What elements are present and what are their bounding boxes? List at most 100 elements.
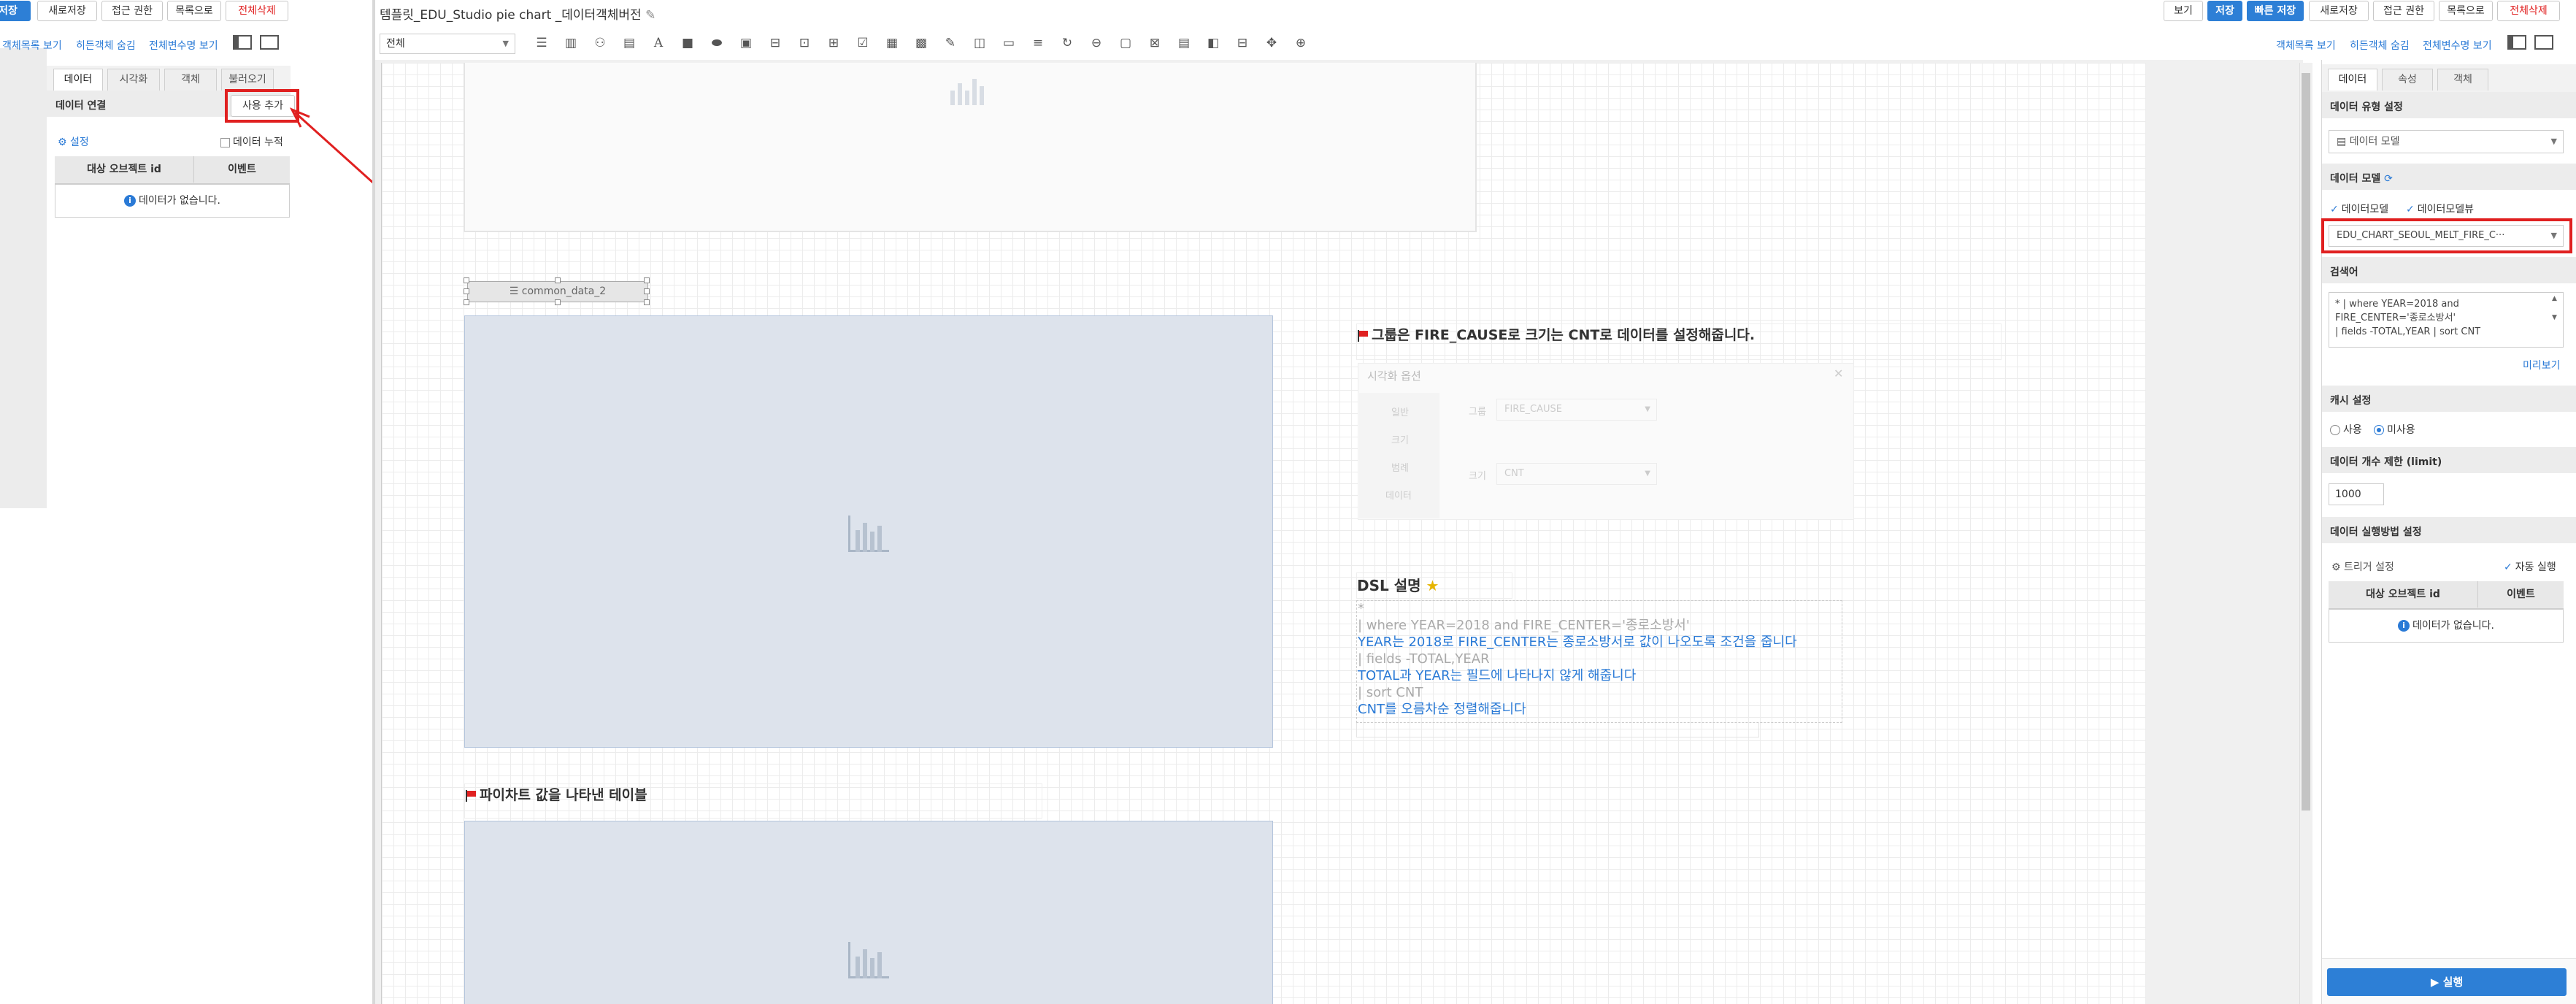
cache-nouse-radio-circle[interactable] (2374, 425, 2384, 435)
frame-icon[interactable]: ◧ (1204, 34, 1223, 53)
group-note[interactable]: 그룹은 FIRE_CAUSE로 크기는 CNT로 데이터를 설정해줍니다. (1356, 323, 2002, 360)
bar-chart-icon[interactable]: ▥ (561, 34, 580, 53)
list-icon[interactable]: ≡ (1029, 34, 1047, 53)
refresh-model-icon[interactable]: ⟳ (2384, 173, 2393, 185)
access-button[interactable]: 접근 권한 (2373, 1, 2434, 21)
save-button[interactable]: 저장 (2207, 1, 2242, 21)
left-accumulate-toggle[interactable]: 데이터 누적 (220, 134, 283, 149)
cache-nouse-radio[interactable]: 미사용 (2374, 422, 2415, 437)
calendar-icon[interactable]: ▦ (883, 34, 901, 53)
map-icon[interactable]: ▤ (620, 34, 639, 53)
left-settings-label: 설정 (70, 137, 89, 148)
preview-link[interactable]: 미리보기 (2523, 358, 2561, 372)
left-layout-icon-2[interactable] (260, 35, 279, 50)
left-settings[interactable]: ⚙ 설정 (58, 134, 89, 149)
save-as-button[interactable]: 새로저장 (2309, 1, 2369, 21)
trigger-settings[interactable]: ⚙ 트리거 설정 (2331, 559, 2394, 574)
right-tab-property[interactable]: 속성 (2382, 69, 2433, 91)
resize-handle-bm[interactable] (555, 299, 561, 305)
edit-icon[interactable]: ✎ (941, 34, 960, 53)
left-hidden-objects-link[interactable]: 히든객체 숨김 (76, 38, 136, 53)
delete-all-button[interactable]: 전체삭제 (2497, 1, 2560, 21)
resize-handle-tl[interactable] (464, 277, 469, 283)
folder-icon[interactable]: ▭ (999, 34, 1018, 53)
page-title: 템플릿_EDU_Studio pie chart _데이터객체버전 ✎ (380, 4, 655, 23)
text-icon[interactable]: A (649, 34, 668, 53)
db-icon[interactable]: ☰ (532, 34, 551, 53)
data-type-select[interactable]: ▤ 데이터 모델 ▼ (2329, 130, 2564, 153)
left-access-button[interactable]: 접근 권한 (101, 1, 163, 21)
layout-icon-2[interactable] (2534, 35, 2553, 50)
network-icon[interactable]: ⚇ (591, 34, 610, 53)
panel-icon[interactable]: ▤ (1174, 34, 1193, 53)
refresh-icon[interactable]: ↻ (1058, 34, 1077, 53)
resize-handle-mr[interactable] (644, 288, 650, 294)
left-tab-data[interactable]: 데이터 (53, 69, 103, 91)
lock-icon[interactable]: ⊠ (1145, 34, 1164, 53)
run-button[interactable]: ▶ 실행 (2327, 968, 2567, 996)
left-accumulate-label: 데이터 누적 (233, 137, 283, 148)
left-object-list-link[interactable]: 객체목록 보기 (2, 38, 62, 53)
link-icon[interactable]: ⊖ (1087, 34, 1106, 53)
textbox-icon[interactable]: ⊡ (795, 34, 814, 53)
table-flag-icon (465, 789, 477, 802)
resize-handle-ml[interactable] (464, 288, 469, 294)
quick-save-button[interactable]: 빠른 저장 (2247, 1, 2304, 21)
dsl-title-box[interactable]: DSL 설명 ★ (1356, 572, 1512, 599)
right-table-header: 대상 오브젝트 id 이벤트 (2329, 581, 2564, 609)
left-table-empty-row: i 데이터가 없습니다. (55, 184, 290, 218)
dsl-title: DSL 설명 (1357, 577, 1421, 594)
window-icon[interactable]: ◫ (970, 34, 989, 53)
filter-select[interactable]: 전체 ▼ (380, 34, 515, 54)
image-icon[interactable]: ▣ (737, 34, 756, 53)
resize-handle-tm[interactable] (555, 277, 561, 283)
left-tab-object[interactable]: 객체 (164, 69, 217, 91)
auto-run-toggle[interactable]: ✓ 자동 실행 (2504, 559, 2556, 574)
left-tab-load[interactable]: 불러오기 (221, 69, 274, 91)
rect-icon[interactable]: ■ (678, 34, 697, 53)
limit-input[interactable]: 1000 (2329, 483, 2384, 505)
ellipse-icon[interactable]: ⬬ (707, 34, 726, 53)
edit-pencil-icon[interactable]: ✎ (645, 8, 655, 23)
var-names-link[interactable]: 전체변수명 보기 (2423, 38, 2492, 53)
object-list-link[interactable]: 객체목록 보기 (2276, 38, 2336, 53)
left-layout-icon-1[interactable] (233, 35, 252, 50)
left-save-as-button[interactable]: 새로저장 (37, 1, 97, 21)
data-model-check-1[interactable]: ✓ 데이터모델 (2330, 202, 2388, 216)
resize-handle-tr[interactable] (644, 277, 650, 283)
data-model-check-2[interactable]: ✓ 데이터모델뷰 (2406, 202, 2474, 216)
left-list-button[interactable]: 목록으로 (167, 1, 221, 21)
add-panel-icon[interactable]: ⊕ (1291, 34, 1310, 53)
left-accumulate-checkbox[interactable] (220, 137, 230, 147)
table-note[interactable]: 파이차트 값을 나타낸 테이블 (464, 783, 1042, 819)
split-icon[interactable]: ⊟ (1233, 34, 1252, 53)
textarea-scroll-down-icon[interactable]: ▼ (2552, 314, 2557, 321)
cache-use-radio-circle[interactable] (2330, 425, 2340, 435)
right-tab-data[interactable]: 데이터 (2328, 69, 2377, 91)
left-var-names-link[interactable]: 전체변수명 보기 (149, 38, 218, 53)
search-query-textarea[interactable]: * | where YEAR=2018 and FIRE_CENTER='종로소… (2329, 292, 2564, 348)
canvas-scrollbar-thumb[interactable] (2302, 73, 2310, 811)
right-tab-object[interactable]: 객체 (2437, 69, 2488, 91)
faded-side-data: 데이터 (1385, 491, 1412, 502)
textarea-scroll-up-icon[interactable]: ▲ (2552, 295, 2557, 302)
left-save-button[interactable]: 저장 (0, 1, 31, 21)
right-th-event: 이벤트 (2477, 581, 2564, 608)
left-delete-all-button[interactable]: 전체삭제 (226, 1, 288, 21)
checkbox-icon[interactable]: ☑ (853, 34, 872, 53)
layout-icon-1[interactable] (2507, 35, 2526, 50)
calendar-time-icon[interactable]: ▩ (912, 34, 931, 53)
cache-use-radio[interactable]: 사용 (2330, 422, 2362, 437)
move-icon[interactable]: ✥ (1262, 34, 1281, 53)
select-icon[interactable]: ⊞ (824, 34, 843, 53)
list-button[interactable]: 목록으로 (2439, 1, 2493, 21)
view-button[interactable]: 보기 (2164, 1, 2203, 21)
dsl-line-3: | fields -TOTAL,YEAR (1358, 651, 1490, 667)
monitor-icon[interactable]: ▢ (1116, 34, 1135, 53)
left-th-target-id: 대상 오브젝트 id (87, 164, 161, 175)
resize-handle-bl[interactable] (464, 299, 469, 305)
resize-handle-br[interactable] (644, 299, 650, 305)
hidden-objects-link[interactable]: 히든객체 숨김 (2350, 38, 2410, 53)
input-icon[interactable]: ⊟ (766, 34, 785, 53)
left-tab-visual[interactable]: 시각화 (107, 69, 160, 91)
